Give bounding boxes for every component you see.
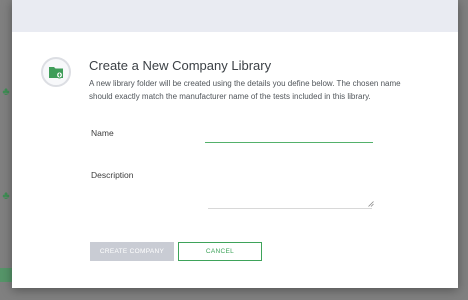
dialog-description: A new library folder will be created usi… <box>89 79 401 101</box>
create-company-button[interactable]: CREATE COMPANY <box>90 242 174 261</box>
background-item <box>0 268 12 282</box>
description-textarea[interactable] <box>208 172 372 209</box>
name-label: Name <box>91 128 114 138</box>
create-library-dialog: Create a New Company Library A new libra… <box>12 0 458 288</box>
folder-plus-icon <box>41 57 71 87</box>
cancel-button[interactable]: CANCEL <box>178 242 262 261</box>
tree-icon: ♣ <box>2 190 10 202</box>
dialog-title: Create a New Company Library <box>89 58 272 73</box>
resize-handle-icon[interactable] <box>368 201 374 207</box>
description-label: Description <box>91 170 134 180</box>
dialog-header-band <box>12 0 458 32</box>
tree-icon: ♣ <box>2 86 10 98</box>
name-input[interactable] <box>205 128 373 143</box>
